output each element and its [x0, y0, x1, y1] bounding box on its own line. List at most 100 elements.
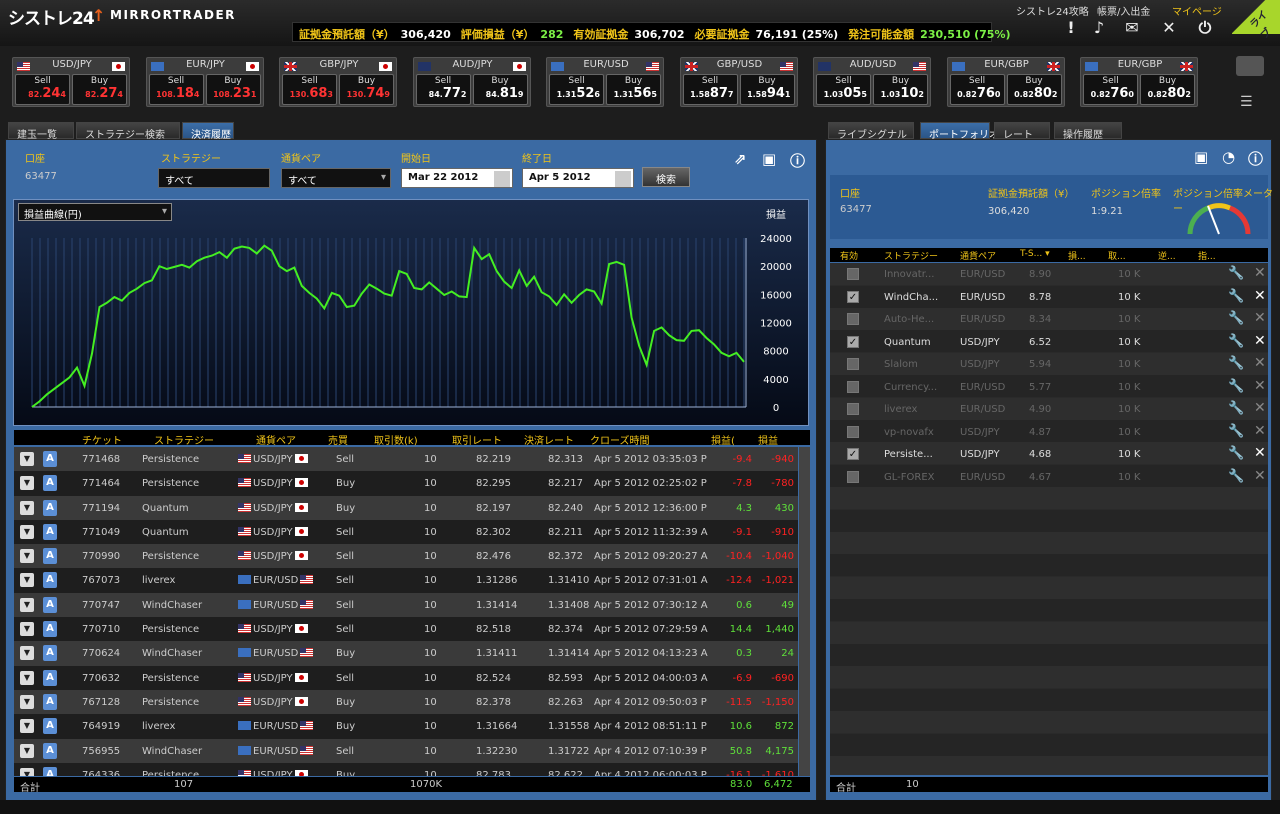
guide-link[interactable]: シストレ24攻略	[1016, 3, 1089, 18]
info-icon[interactable]: ⓘ	[790, 150, 805, 171]
buy-button[interactable]: Buy 82.274	[72, 74, 127, 105]
expand-dropdown-icon[interactable]: ▼	[20, 500, 34, 515]
enable-checkbox[interactable]: ✓	[847, 290, 859, 303]
export-icon[interactable]: ⇗	[734, 150, 747, 168]
expand-dropdown-icon[interactable]: ▼	[20, 452, 34, 466]
portfolio-row[interactable]: ✓ Quantum USD/JPY 6.52 10 K 🔧 ✕	[830, 331, 1268, 354]
column-header[interactable]: 損益	[758, 432, 778, 447]
reports-link[interactable]: 帳票/入出金	[1097, 3, 1150, 18]
enable-checkbox[interactable]	[847, 313, 859, 325]
sell-button[interactable]: Sell 130.683	[282, 74, 337, 105]
table-row[interactable]: ▼ A 756955 WindChaser Sell 10 1.32230 1.31722 Ap…	[14, 738, 798, 763]
sell-button[interactable]: Sell 1.03055	[816, 74, 871, 105]
trade-table-body[interactable]: ▼ A 771468 Persistence Sell 10 82.219 82.313 Apr…	[14, 447, 798, 776]
portfolio-row[interactable]: ✓ WindCha... EUR/USD 8.78 10 K 🔧 ✕	[830, 286, 1268, 309]
enable-checkbox[interactable]: ✓	[847, 448, 859, 460]
wrench-icon[interactable]: 🔧	[1228, 469, 1244, 484]
close-icon[interactable]: ✕	[1254, 265, 1266, 281]
close-icon[interactable]: ✕	[1254, 333, 1266, 349]
calendar-icon[interactable]	[615, 171, 631, 187]
column-header[interactable]: クローズ時間	[590, 432, 650, 447]
portfolio-row[interactable]: Currency... EUR/USD 5.77 10 K 🔧 ✕	[830, 376, 1268, 399]
tab-rates[interactable]: レート	[994, 122, 1050, 141]
portfolio-row[interactable]: ✓ Persiste... USD/JPY 4.68 10 K 🔧 ✕	[830, 443, 1268, 466]
buy-button[interactable]: Buy 1.31565	[606, 74, 661, 105]
buy-button[interactable]: Buy 108.231	[205, 74, 261, 105]
power-icon[interactable]: ⏻	[1194, 17, 1216, 39]
tab-strategy-search[interactable]: ストラテジー検索	[76, 122, 180, 141]
sell-button[interactable]: Sell 0.82760	[1083, 74, 1138, 105]
column-header[interactable]: 損...	[1068, 249, 1086, 262]
sell-button[interactable]: Sell 82.244	[15, 74, 70, 105]
close-icon[interactable]: ✕	[1254, 400, 1266, 416]
column-header[interactable]: 損益(	[711, 432, 735, 447]
table-row[interactable]: ▼ A 770990 Persistence Sell 10 82.476 82.372 Apr…	[14, 544, 798, 569]
portfolio-row[interactable]: Slalom USD/JPY 5.94 10 K 🔧 ✕	[830, 353, 1268, 376]
table-row[interactable]: ▼ A 767128 Persistence Buy 10 82.378 82.263 Apr …	[14, 689, 798, 715]
wrench-icon[interactable]: 🔧	[1228, 356, 1244, 371]
column-header[interactable]: T-S... ▾	[1020, 249, 1050, 259]
expand-dropdown-icon[interactable]: ▼	[20, 524, 34, 539]
table-row[interactable]: ▼ A 764336 Persistence Buy 10 82.783 82.622 Apr …	[14, 762, 798, 776]
start-date-input[interactable]: Mar 22 2012	[401, 168, 513, 188]
wrench-icon[interactable]: 🔧	[1228, 334, 1244, 349]
table-row[interactable]: ▼ A 770710 Persistence Sell 10 82.518 82.374 Apr…	[14, 617, 798, 642]
column-header[interactable]: ストラテジー	[884, 249, 938, 262]
wrench-icon[interactable]: 🔧	[1228, 401, 1244, 416]
strategy-input[interactable]: すべて	[158, 168, 270, 188]
wrench-icon[interactable]: 🔧	[1228, 311, 1244, 326]
wrench-icon[interactable]: 🔧	[1228, 266, 1244, 281]
sell-button[interactable]: Sell 0.82760	[949, 74, 1005, 105]
buy-button[interactable]: Buy 84.819	[472, 74, 528, 105]
wrench-icon[interactable]: 🔧	[1228, 446, 1244, 461]
close-icon[interactable]: ✕	[1254, 468, 1266, 484]
column-header[interactable]: ストラテジー	[154, 432, 214, 447]
table-row[interactable]: ▼ A 771194 Quantum Buy 10 82.197 82.240 Apr 5 20…	[14, 495, 798, 520]
sound-icon[interactable]: ♪	[1088, 17, 1110, 39]
portfolio-row[interactable]: Innovatr... EUR/USD 8.90 10 K 🔧 ✕	[830, 263, 1268, 286]
table-row[interactable]: ▼ A 767073 liverex Sell 10 1.31286 1.31410 Apr 5…	[14, 568, 798, 593]
portfolio-row[interactable]: Auto-He... EUR/USD 8.34 10 K 🔧 ✕	[830, 308, 1268, 331]
expand-dropdown-icon[interactable]: ▼	[20, 719, 34, 734]
window-icon[interactable]	[1236, 56, 1264, 76]
portfolio-row[interactable]: vp-novafx USD/JPY 4.87 10 K 🔧 ✕	[830, 421, 1268, 444]
notes-icon[interactable]: ☰	[1240, 94, 1260, 112]
sell-button[interactable]: Sell 1.31526	[549, 74, 604, 105]
table-row[interactable]: ▼ A 770624 WindChaser Buy 10 1.31411 1.31414 Apr…	[14, 641, 798, 666]
column-header[interactable]: 取...	[1108, 249, 1126, 262]
end-date-input[interactable]: Apr 5 2012	[522, 168, 634, 188]
table-row[interactable]: ▼ A 770747 WindChaser Sell 10 1.31414 1.31408 Ap…	[14, 592, 798, 618]
alert-icon[interactable]: !	[1060, 17, 1082, 39]
buy-button[interactable]: Buy 0.82802	[1140, 74, 1195, 105]
table-row[interactable]: ▼ A 771464 Persistence Buy 10 82.295 82.217 Apr …	[14, 471, 798, 496]
tools-icon[interactable]: ✕	[1158, 17, 1180, 39]
column-header[interactable]: 指...	[1198, 249, 1216, 262]
column-header[interactable]: 通貨ペア	[960, 249, 996, 262]
buy-button[interactable]: Buy 1.58941	[739, 74, 795, 105]
expand-dropdown-icon[interactable]: ▼	[20, 573, 34, 588]
buy-button[interactable]: Buy 0.82802	[1006, 74, 1062, 105]
trade-table-scrollbar[interactable]	[799, 447, 810, 776]
info-icon[interactable]: ⓘ	[1248, 148, 1263, 169]
column-header[interactable]: チケット	[82, 432, 122, 447]
table-row[interactable]: ▼ A 771468 Persistence Sell 10 82.219 82.313 Apr…	[14, 447, 798, 472]
buy-button[interactable]: Buy 1.03102	[873, 74, 928, 105]
chat-icon[interactable]: ✉	[1121, 17, 1143, 39]
wrench-icon[interactable]: 🔧	[1228, 379, 1244, 394]
close-icon[interactable]: ✕	[1254, 423, 1266, 439]
column-header[interactable]: 有効	[840, 249, 858, 262]
buy-button[interactable]: Buy 130.749	[339, 74, 394, 105]
mypage-link[interactable]: マイページ	[1172, 3, 1222, 18]
tab-trade-history[interactable]: 決済履歴	[182, 122, 234, 141]
close-icon[interactable]: ✕	[1254, 445, 1266, 461]
enable-checkbox[interactable]	[847, 358, 859, 370]
tab-operation-log[interactable]: 操作履歴	[1054, 122, 1122, 141]
column-header[interactable]: 売買	[328, 432, 348, 447]
tab-live-signal[interactable]: ライブシグナル	[828, 122, 914, 141]
wrench-icon[interactable]: 🔧	[1228, 289, 1244, 304]
expand-dropdown-icon[interactable]: ▼	[20, 694, 34, 709]
expand-dropdown-icon[interactable]: ▼	[20, 670, 34, 685]
wrench-icon[interactable]: 🔧	[1228, 424, 1244, 439]
expand-dropdown-icon[interactable]: ▼	[20, 597, 34, 612]
sell-button[interactable]: Sell 84.772	[415, 74, 471, 105]
